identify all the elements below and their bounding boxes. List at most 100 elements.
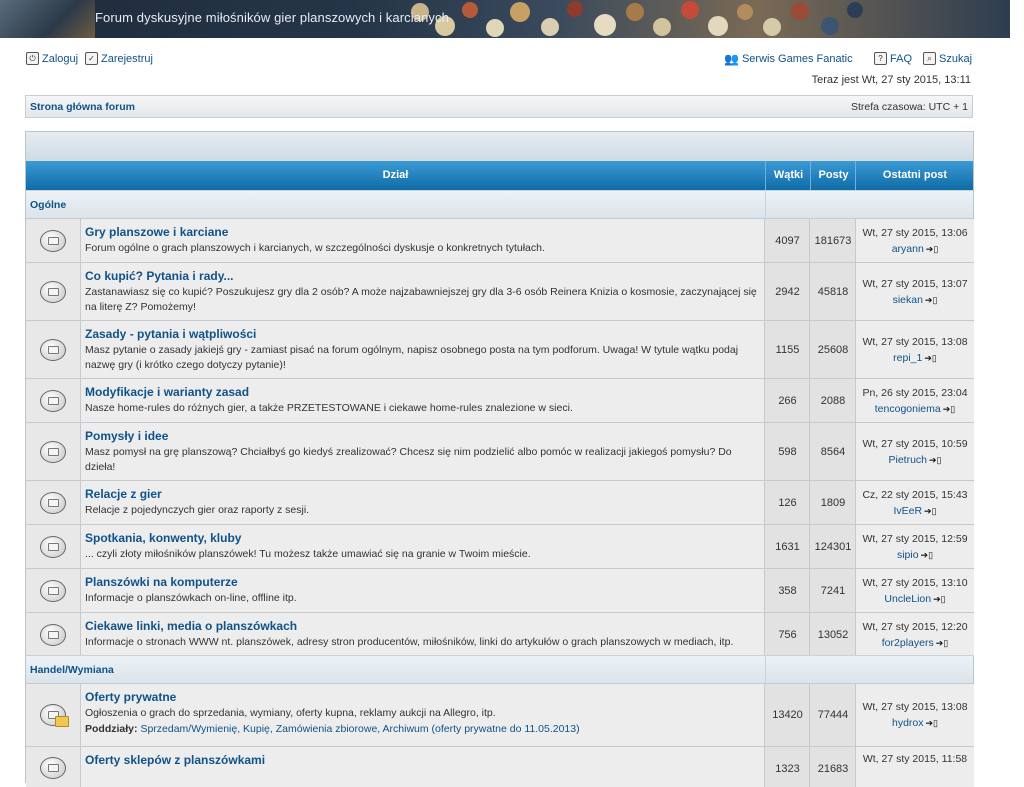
faq-label: FAQ — [890, 52, 913, 65]
posts-count: 2088 — [820, 395, 846, 407]
posts-count: 7241 — [820, 585, 846, 597]
forum-description: Relacje z pojedynczych gier oraz raporty… — [85, 504, 310, 516]
subforum-links[interactable]: Sprzedam/Wymienię, Kupię, Zamówienia zbi… — [140, 723, 579, 735]
forum-description: Ogłoszenia o grach do sprzedania, wymian… — [85, 707, 496, 719]
forum-title-link[interactable]: Modyfikacje i warianty zasad — [85, 385, 249, 399]
posts-count: 13052 — [817, 629, 849, 641]
forum-read-icon — [40, 757, 66, 779]
search-icon: ⌕ — [923, 52, 936, 65]
forum-read-icon — [40, 281, 66, 303]
login-label: Zaloguj — [42, 52, 79, 65]
last-post-user[interactable]: for2players — [882, 637, 934, 649]
goto-last-post-icon[interactable]: ➔▯ — [921, 550, 934, 561]
last-post-date: Wt, 27 sty 2015, 13:06 — [862, 227, 968, 239]
topics-count: 1155 — [775, 344, 800, 356]
header-posts: Posty — [810, 161, 856, 190]
breadcrumb-bar: Strona główna forum Strefa czasowa: UTC … — [25, 95, 973, 118]
last-post-date: Wt, 27 sty 2015, 13:08 — [862, 701, 968, 713]
last-post-user[interactable]: siekan — [893, 294, 923, 306]
posts-count: 124301 — [814, 541, 852, 553]
forum-title-link[interactable]: Oferty prywatne — [85, 690, 176, 704]
forum-row: Planszówki na komputerze Informacje o pl… — [26, 568, 974, 612]
banner-title: Forum dyskusyjne miłośników gier planszo… — [95, 10, 449, 25]
goto-last-post-icon[interactable]: ➔▯ — [924, 353, 937, 364]
forum-title-link[interactable]: Zasady - pytania i wątpliwości — [85, 327, 256, 341]
forum-title-link[interactable]: Pomysły i idee — [85, 429, 168, 443]
last-post-user[interactable]: sipio — [897, 549, 919, 561]
goto-last-post-icon[interactable]: ➔▯ — [926, 718, 939, 729]
site-banner: Forum dyskusyjne miłośników gier planszo… — [0, 0, 1010, 38]
subforums-label: Poddziały: — [85, 723, 138, 735]
posts-count: 25608 — [817, 344, 849, 356]
last-post-date: Wt, 27 sty 2015, 13:08 — [862, 336, 968, 348]
forum-row: Gry planszowe i karciane Forum ogólne o … — [26, 218, 974, 262]
games-fanatic-label: Serwis Games Fanatic — [741, 53, 853, 65]
topics-count: 598 — [778, 446, 797, 458]
last-post-user[interactable]: tencogoniema — [875, 403, 941, 415]
goto-last-post-icon[interactable]: ➔▯ — [933, 594, 946, 605]
games-fanatic-link[interactable]: 👥 Serwis Games Fanatic — [724, 52, 853, 66]
forum-title-link[interactable]: Relacje z gier — [85, 487, 162, 501]
last-post-date: Wt, 27 sty 2015, 11:58 — [862, 753, 968, 765]
topics-count: 358 — [778, 585, 797, 597]
forum-read-icon — [40, 390, 66, 412]
forum-read-icon — [40, 492, 66, 514]
topics-count: 13420 — [772, 709, 803, 721]
faq-icon: ? — [874, 52, 887, 65]
posts-count: 21683 — [817, 763, 849, 775]
forum-read-icon — [40, 536, 66, 558]
banner-logo-image — [0, 0, 95, 38]
forum-description: Informacje o planszówkach on-line, offli… — [85, 592, 297, 604]
header-topics: Wątki — [765, 161, 811, 190]
forum-row: Oferty sklepów z planszówkami 1323 21683… — [26, 746, 974, 787]
search-label: Szukaj — [939, 52, 973, 65]
forum-title-link[interactable]: Spotkania, konwenty, kluby — [85, 531, 241, 545]
forum-title-link[interactable]: Oferty sklepów z planszówkami — [85, 753, 265, 767]
forum-row: Zasady - pytania i wątpliwości Masz pyta… — [26, 320, 974, 378]
goto-last-post-icon[interactable]: ➔▯ — [924, 506, 937, 517]
posts-count: 77444 — [817, 709, 849, 721]
posts-count: 45818 — [817, 286, 849, 298]
goto-last-post-icon[interactable]: ➔▯ — [926, 244, 939, 255]
last-post-user[interactable]: Pietruch — [888, 454, 927, 466]
faq-link[interactable]: ? FAQ — [874, 52, 912, 65]
last-post-date: Wt, 27 sty 2015, 12:59 — [862, 533, 968, 545]
forum-title-link[interactable]: Co kupić? Pytania i rady... — [85, 269, 233, 283]
last-post-date: Pn, 26 sty 2015, 23:04 — [862, 387, 968, 399]
forum-title-link[interactable]: Planszówki na komputerze — [85, 575, 238, 589]
last-post-date: Wt, 27 sty 2015, 12:20 — [862, 621, 968, 633]
forum-read-icon — [40, 624, 66, 646]
topics-count: 1323 — [775, 763, 800, 775]
last-post-user[interactable]: hydrox — [892, 717, 924, 729]
last-post-date: Wt, 27 sty 2015, 13:10 — [862, 577, 968, 589]
forum-description: Informacje o stronach WWW nt. planszówek… — [85, 636, 734, 648]
register-link[interactable]: ✓ Zarejestruj — [85, 52, 153, 65]
goto-last-post-icon[interactable]: ➔▯ — [929, 455, 942, 466]
forum-row: Relacje z gier Relacje z pojedynczych gi… — [26, 480, 974, 524]
last-post-user[interactable]: aryann — [892, 243, 924, 255]
breadcrumb-home-link[interactable]: Strona główna forum — [30, 101, 135, 113]
register-icon: ✓ — [85, 52, 98, 65]
forum-description: ... czyli złoty miłośników planszówek! T… — [85, 548, 531, 560]
forum-row: Ciekawe linki, media o planszówkach Info… — [26, 612, 974, 656]
forum-table: Dział Wątki Posty Ostatni post Ogólne Gr… — [25, 131, 974, 787]
posts-count: 8564 — [820, 446, 846, 458]
forum-read-icon — [40, 441, 66, 463]
forum-title-link[interactable]: Ciekawe linki, media o planszówkach — [85, 619, 297, 633]
forum-description: Zastanawiasz się co kupić? Poszukujesz g… — [85, 286, 757, 313]
last-post-user[interactable]: repi_1 — [893, 352, 922, 364]
topics-count: 266 — [778, 395, 797, 407]
last-post-date: Wt, 27 sty 2015, 13:07 — [862, 278, 968, 290]
last-post-user[interactable]: UncleLion — [884, 593, 931, 605]
header-forum: Dział — [382, 169, 409, 181]
forum-title-link[interactable]: Gry planszowe i karciane — [85, 225, 228, 239]
goto-last-post-icon[interactable]: ➔▯ — [943, 404, 956, 415]
top-navigation: ⏻ Zaloguj ✓ Zarejestruj 👥 Serwis Games F… — [26, 50, 973, 68]
search-link[interactable]: ⌕ Szukaj — [923, 52, 972, 65]
goto-last-post-icon[interactable]: ➔▯ — [936, 638, 949, 649]
goto-last-post-icon[interactable]: ➔▯ — [925, 295, 938, 306]
last-post-date: Wt, 27 sty 2015, 10:59 — [862, 438, 968, 450]
last-post-date: Cz, 22 sty 2015, 15:43 — [862, 489, 968, 501]
last-post-user[interactable]: IvEeR — [893, 505, 922, 517]
login-link[interactable]: ⏻ Zaloguj — [26, 52, 78, 65]
